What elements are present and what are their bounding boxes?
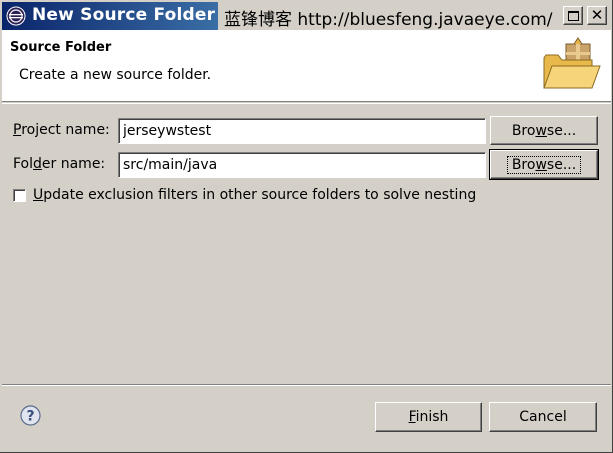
banner-description: Create a new source folder.: [19, 67, 212, 83]
eclipse-icon: [6, 6, 26, 26]
maximize-button[interactable]: [563, 6, 583, 25]
folder-browse-label: Browse...: [506, 155, 582, 174]
title-bar[interactable]: New Source Folder 蓝锋博客 http://bluesfeng.…: [2, 2, 611, 30]
finish-label: Finish: [408, 409, 449, 425]
close-icon: ✕: [590, 5, 604, 24]
banner-title: Source Folder: [10, 40, 112, 55]
banner-separator: [2, 103, 611, 104]
cancel-button[interactable]: Cancel: [489, 402, 597, 432]
update-exclusion-filters-option[interactable]: Update exclusion filters in other source…: [13, 185, 476, 205]
watermark-text: 蓝锋博客 http://bluesfeng.javaeye.com/: [224, 10, 553, 30]
title-bar-active: New Source Folder: [2, 2, 218, 30]
update-exclusion-filters-label: Update exclusion filters in other source…: [33, 187, 477, 203]
help-icon[interactable]: ?: [20, 405, 41, 426]
project-browse-label: Browse...: [511, 122, 577, 139]
close-button[interactable]: ✕: [587, 6, 607, 25]
svg-text:?: ?: [26, 409, 34, 425]
project-browse-button[interactable]: Browse...: [490, 116, 598, 145]
folder-package-icon: [543, 37, 601, 89]
update-exclusion-filters-checkbox[interactable]: [13, 188, 26, 202]
cancel-label: Cancel: [519, 409, 567, 425]
window-title: New Source Folder: [32, 5, 216, 25]
wizard-banner: Source Folder Create a new source folder…: [2, 30, 611, 102]
folder-browse-button[interactable]: Browse...: [489, 149, 599, 180]
finish-button[interactable]: Finish: [375, 402, 482, 432]
project-name-input[interactable]: [118, 118, 486, 144]
folder-name-input[interactable]: [118, 152, 486, 178]
footer-separator-highlight: [2, 385, 611, 386]
new-source-folder-dialog: New Source Folder 蓝锋博客 http://bluesfeng.…: [0, 0, 613, 453]
folder-name-label: Folder name:: [13, 156, 106, 172]
project-name-label: Project name:: [13, 122, 110, 138]
maximize-icon: [567, 10, 579, 21]
